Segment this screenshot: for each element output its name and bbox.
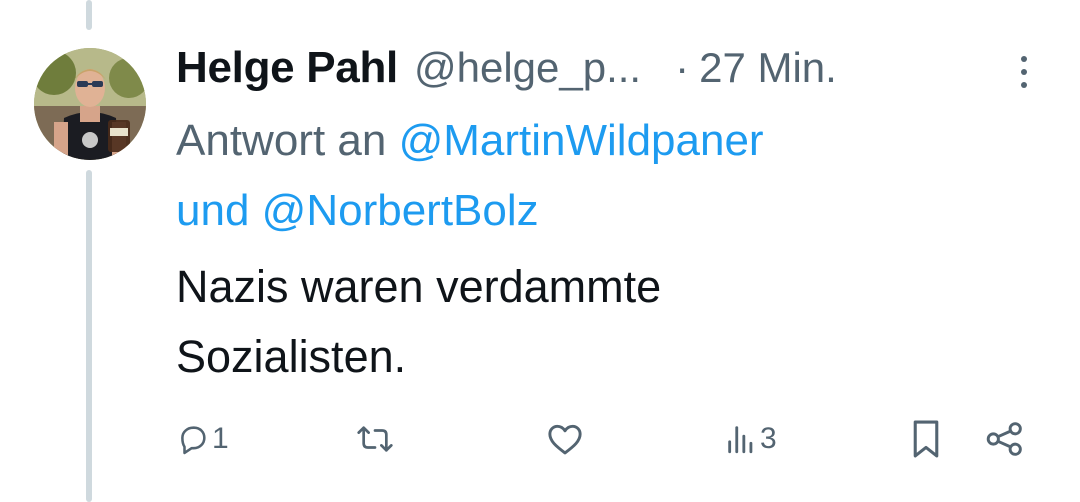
tweet-text-line-2: Sozialisten. xyxy=(176,331,407,382)
mention-link-martinwildpaner[interactable]: @MartinWildpaner xyxy=(399,116,764,165)
author-handle[interactable]: @helge_p... xyxy=(414,44,641,92)
views-chart-icon xyxy=(728,426,753,454)
avatar[interactable] xyxy=(34,48,146,160)
profile-photo-icon xyxy=(34,48,146,160)
time-separator: · xyxy=(675,44,690,91)
mention-link-norbertbolz[interactable]: @NorbertBolz xyxy=(262,186,539,235)
repost-button[interactable] xyxy=(356,414,396,464)
repost-icon xyxy=(357,426,393,452)
thread-connector-bottom xyxy=(86,170,92,502)
more-vertical-icon[interactable] xyxy=(1014,54,1034,90)
like-button[interactable] xyxy=(546,414,586,464)
tweet-timestamp[interactable]: 27 Min. xyxy=(699,44,837,92)
reply-count: 1 xyxy=(212,422,229,455)
tweet-header: Helge Pahl @helge_p... · 27 Min. xyxy=(176,40,837,96)
bookmark-icon xyxy=(913,420,939,458)
reply-to-conjunction: und xyxy=(176,186,250,235)
share-button[interactable] xyxy=(986,414,1024,464)
tweet-text: Nazis waren verdammte Sozialisten. xyxy=(176,252,1036,392)
thread-connector-top xyxy=(86,0,92,30)
tweet-text-line-1: Nazis waren verdammte xyxy=(176,261,662,312)
author-display-name[interactable]: Helge Pahl xyxy=(176,43,398,93)
views-button[interactable]: 3 xyxy=(724,414,777,464)
reply-to-prefix: Antwort an xyxy=(176,116,387,165)
views-count: 3 xyxy=(760,422,777,455)
share-icon xyxy=(986,422,1022,456)
tweet-action-bar: 1 3 xyxy=(176,414,1036,464)
bookmark-button[interactable] xyxy=(910,414,942,464)
reply-button[interactable]: 1 xyxy=(176,414,229,464)
reply-icon xyxy=(181,426,206,455)
reply-context: Antwort an @MartinWildpaner und @Norbert… xyxy=(176,106,1036,246)
heart-icon xyxy=(548,424,582,455)
